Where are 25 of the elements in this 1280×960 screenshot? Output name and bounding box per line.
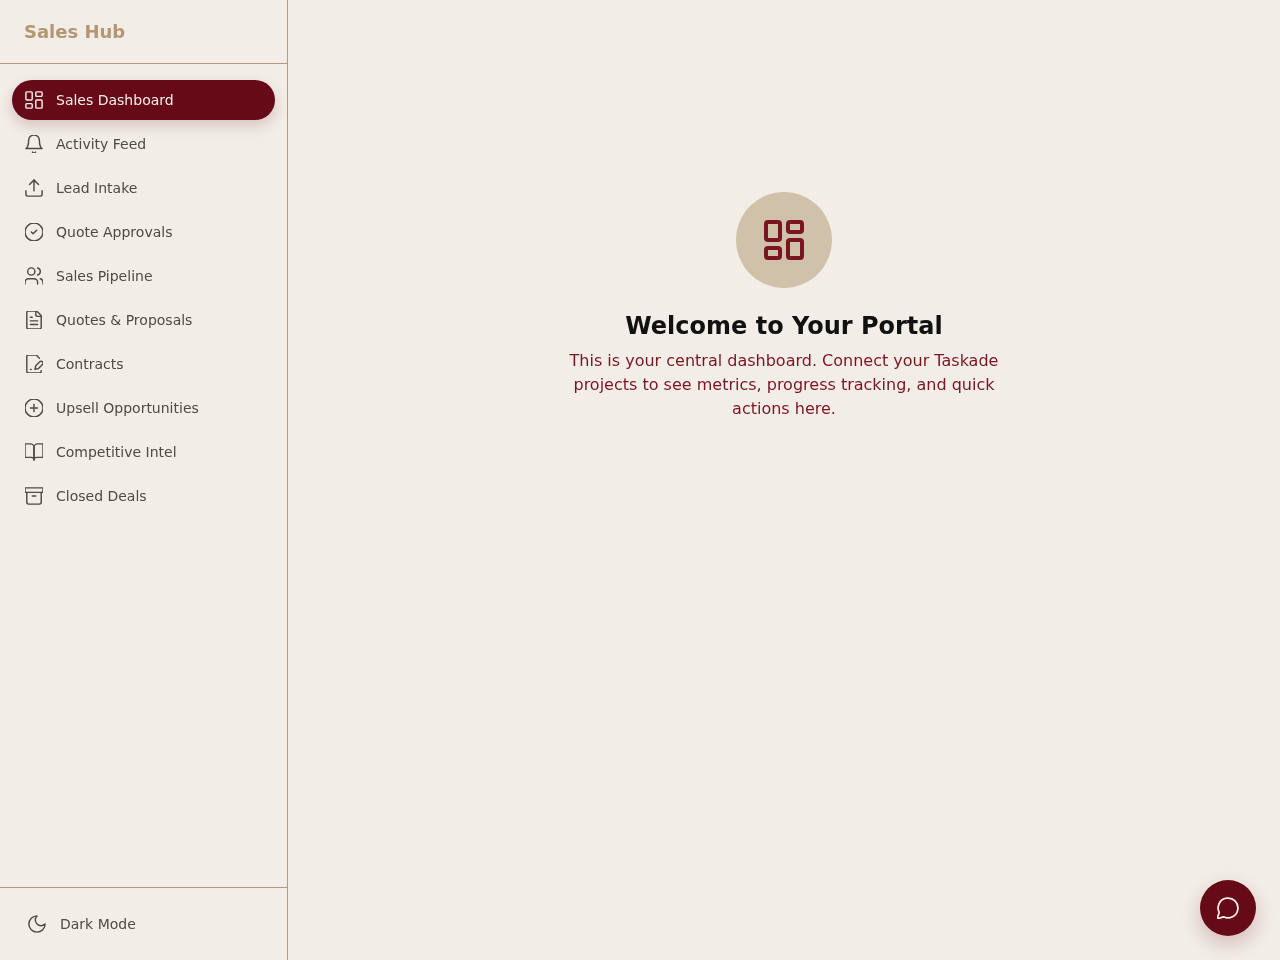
moon-icon [28, 915, 46, 933]
sidebar-item[interactable]: Activity Feed [12, 124, 275, 164]
welcome-text: This is your central dashboard. Connect your Taskade projects to see metrics, progress tracking, and quick actions here. [568, 349, 1000, 420]
people-icon [25, 267, 43, 285]
sidebar-item[interactable]: Quotes & Proposals [12, 300, 275, 340]
chat-button[interactable] [1200, 880, 1256, 936]
chat-bubble-icon [1217, 897, 1239, 919]
welcome-heading: Welcome to Your Portal [624, 312, 944, 341]
sidebar-item[interactable]: Lead Intake [12, 168, 275, 208]
archive-box-icon [25, 487, 43, 505]
grid-icon [25, 91, 43, 109]
dark-mode-button[interactable]: Dark Mode [16, 904, 148, 944]
sidebar-item[interactable]: Upsell Opportunities [12, 388, 275, 428]
app-title: Sales Hub [24, 20, 126, 43]
sidebar-item[interactable]: Contracts [12, 344, 275, 384]
sidebar-item[interactable]: Competitive Intel [12, 432, 275, 472]
book-icon [25, 443, 43, 461]
sidebar-item[interactable]: Quote Approvals [12, 212, 275, 252]
document-icon [25, 311, 43, 329]
upload-icon [25, 179, 43, 197]
sidebar-item[interactable]: Sales Dashboard [12, 80, 275, 120]
sidebar-item[interactable]: Sales Pipeline [12, 256, 275, 296]
bell-icon [25, 135, 43, 153]
sidebar-item[interactable]: Closed Deals [12, 476, 275, 516]
document-pen-icon [25, 355, 43, 373]
